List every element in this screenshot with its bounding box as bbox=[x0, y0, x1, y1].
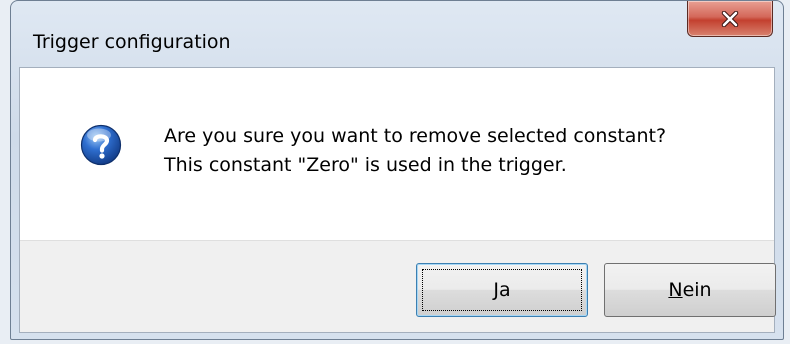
message-line-2: This constant "Zero" is used in the trig… bbox=[164, 154, 567, 176]
no-button[interactable]: Nein bbox=[604, 263, 776, 317]
no-mnemonic: N bbox=[668, 279, 683, 301]
dialog-client-area: Are you sure you want to remove selected… bbox=[19, 67, 776, 333]
title-bar[interactable]: Trigger configuration bbox=[11, 1, 783, 67]
message-area: Are you sure you want to remove selected… bbox=[20, 68, 774, 240]
message-text: Are you sure you want to remove selected… bbox=[164, 122, 666, 180]
no-button-label: Nein bbox=[668, 279, 711, 301]
yes-button-label: Ja bbox=[493, 279, 510, 301]
no-label-rest: ein bbox=[682, 279, 712, 301]
question-icon bbox=[80, 124, 122, 166]
yes-button[interactable]: Ja bbox=[416, 263, 588, 317]
yes-label-rest: a bbox=[498, 279, 511, 301]
button-bar: Ja Nein bbox=[20, 240, 776, 332]
close-icon bbox=[721, 10, 739, 27]
message-line-1: Are you sure you want to remove selected… bbox=[164, 125, 667, 147]
close-button[interactable] bbox=[687, 1, 773, 37]
window-title: Trigger configuration bbox=[33, 31, 231, 53]
dialog-window: Trigger configuration Are you sure you w… bbox=[10, 0, 784, 340]
